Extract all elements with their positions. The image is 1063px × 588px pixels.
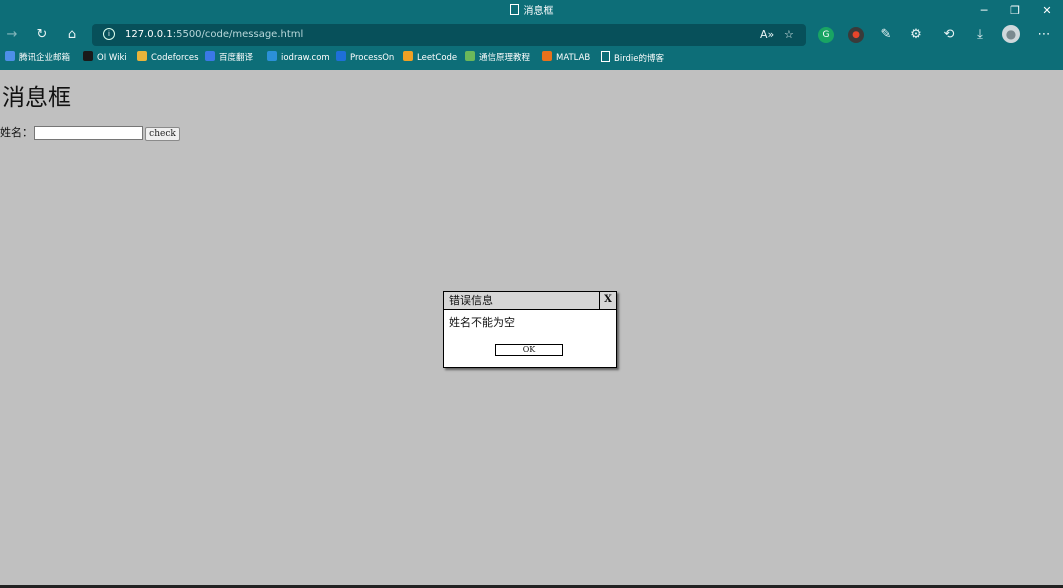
bookmark-baidu-translate[interactable]: 百度翻译 (205, 51, 253, 65)
url-text[interactable]: 127.0.0.1:5500/code/message.html (125, 28, 303, 42)
window-title-text: 消息框 (523, 6, 554, 17)
oi-wiki-icon (83, 51, 93, 61)
book-icon (465, 51, 475, 61)
bookmark-iodraw[interactable]: iodraw.com (267, 51, 330, 65)
baidu-translate-icon (205, 51, 215, 61)
codeforces-icon (137, 51, 147, 61)
check-button[interactable]: check (145, 127, 180, 141)
bookmarks-bar: 腾讯企业邮箱 OI Wiki Codeforces 百度翻译 iodraw.co… (0, 50, 1063, 68)
bookmark-label: 百度翻译 (219, 53, 254, 63)
extensions-icon[interactable]: ⚙ (906, 26, 926, 44)
bookmark-label: Codeforces (151, 53, 199, 63)
minimize-button[interactable]: ─ (973, 2, 995, 20)
bookmark-communication-tutorial[interactable]: 通信原理教程 (465, 51, 530, 65)
menu-icon[interactable]: ⋯ (1034, 26, 1054, 44)
read-aloud-icon[interactable]: A» (760, 27, 774, 43)
url-path: :5500/code/message.html (172, 29, 304, 40)
record-extension-icon[interactable]: ● (848, 27, 864, 43)
bookmark-label: iodraw.com (281, 53, 330, 63)
home-icon[interactable]: ⌂ (62, 26, 82, 44)
bookmark-label: OI Wiki (97, 53, 127, 63)
bookmark-label: 腾讯企业邮箱 (19, 53, 71, 63)
document-icon (509, 4, 519, 15)
bookmark-leetcode[interactable]: LeetCode (403, 51, 457, 65)
bookmark-matlab[interactable]: MATLAB (542, 51, 590, 65)
grammarly-extension-icon[interactable]: G (818, 27, 834, 43)
error-dialog: 错误信息 X 姓名不能为空 OK (443, 291, 617, 368)
dialog-ok-button[interactable]: OK (495, 344, 563, 356)
bookmark-label: MATLAB (556, 53, 591, 63)
processon-icon (336, 51, 346, 61)
back-icon[interactable]: → (2, 26, 22, 44)
matlab-icon (542, 51, 552, 61)
download-icon[interactable]: ⤓ (970, 26, 990, 44)
bookmark-label: 通信原理教程 (479, 53, 531, 63)
history-icon[interactable]: ⟲ (939, 26, 959, 44)
restore-button[interactable]: ❐ (1004, 2, 1026, 20)
page-icon (601, 51, 610, 62)
leetcode-icon (403, 51, 413, 61)
title-bar: 消息框 ─ ❐ ✕ (0, 0, 1063, 23)
dialog-message: 姓名不能为空 (449, 316, 515, 329)
address-bar[interactable]: i 127.0.0.1:5500/code/message.html A» ☆ (92, 24, 806, 46)
bookmark-label: Birdie的博客 (614, 54, 665, 64)
navigation-bar: → ↻ ⌂ i 127.0.0.1:5500/code/message.html… (0, 24, 1063, 46)
window-title: 消息框 (0, 4, 1063, 19)
bookmark-mail[interactable]: 腾讯企业邮箱 (5, 51, 70, 65)
close-window-button[interactable]: ✕ (1036, 2, 1058, 20)
bookmark-birdie-blog[interactable]: Birdie的博客 (601, 51, 664, 66)
bookmark-oi-wiki[interactable]: OI Wiki (83, 51, 127, 65)
dialog-close-button[interactable]: X (599, 292, 616, 309)
name-label: 姓名： (0, 126, 33, 139)
page-title: 消息框 (2, 85, 71, 111)
favorite-icon[interactable]: ☆ (784, 27, 794, 43)
bookmark-label: ProcessOn (350, 53, 395, 63)
site-info-icon[interactable]: i (103, 28, 115, 40)
iodraw-icon (267, 51, 277, 61)
bookmark-codeforces[interactable]: Codeforces (137, 51, 199, 65)
name-input[interactable] (34, 126, 143, 140)
profile-avatar[interactable]: ● (1002, 25, 1020, 43)
browser-chrome: 消息框 ─ ❐ ✕ → ↻ ⌂ i 127.0.0.1:5500/code/me… (0, 0, 1063, 70)
dialog-header: 错误信息 X (444, 292, 616, 310)
mail-icon (5, 51, 15, 61)
refresh-icon[interactable]: ↻ (32, 26, 52, 44)
sketch-extension-icon[interactable]: ✎ (876, 26, 896, 44)
bookmark-label: LeetCode (417, 53, 458, 63)
bookmark-processon[interactable]: ProcessOn (336, 51, 394, 65)
url-host: 127.0.0.1 (125, 29, 173, 40)
dialog-title: 错误信息 (449, 294, 493, 307)
